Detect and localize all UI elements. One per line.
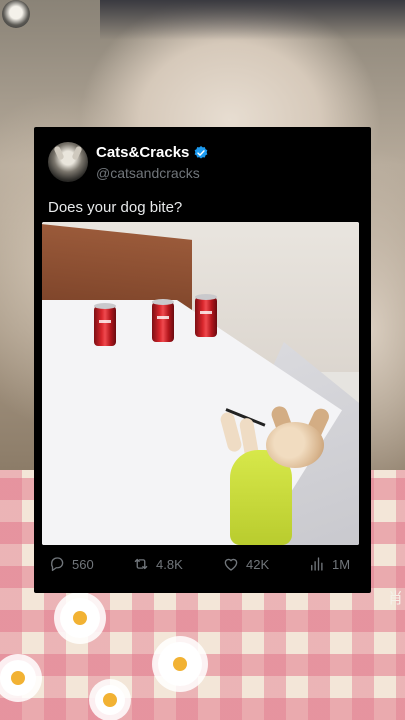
views-bars-icon [311,557,323,571]
account-handle[interactable]: @catsandcracks [96,165,200,181]
view-count: 1M [332,556,351,572]
soda-can [195,294,217,337]
name-row: Cats&Cracks [96,144,209,161]
retweet-button[interactable]: 4.8K [132,555,183,573]
verified-badge-icon [195,145,208,159]
heart-icon [224,558,238,571]
retweet-icon [134,558,148,570]
like-count: 42K [246,556,270,572]
like-button[interactable]: 42K [222,555,269,573]
dog-head [266,422,324,468]
account-avatar[interactable] [48,142,88,182]
display-name[interactable]: Cats&Cracks [96,144,189,161]
tweet-text: Does your dog bite? [48,199,183,216]
reply-button[interactable]: 560 [48,555,94,573]
reply-bubble-icon [50,557,64,572]
soda-can [152,299,174,342]
soda-can [94,303,116,346]
tweet-media[interactable] [42,222,359,545]
views-button[interactable]: 1M [308,555,350,573]
tweet-actions: 560 4.8K 42K 1M [34,555,371,577]
background-shadow [100,0,405,40]
tweet-card[interactable]: Cats&Cracks @catsandcracks Does your dog… [34,127,371,593]
watermark-glyph: 肖 [387,589,403,607]
daisy-pattern [158,642,202,686]
daisy-pattern [0,660,36,696]
creator-avatar[interactable] [2,0,30,28]
reply-count: 560 [72,556,94,572]
retweet-count: 4.8K [156,556,183,572]
daisy-pattern [95,685,125,715]
daisy-pattern [60,598,100,638]
